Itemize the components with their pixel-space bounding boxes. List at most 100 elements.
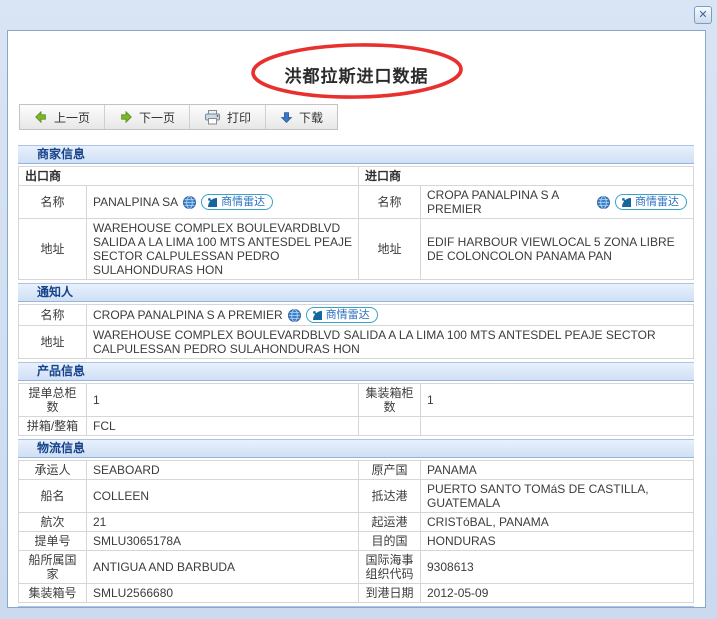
field-value: 2012-05-09	[421, 584, 694, 603]
field-label: 起运港	[359, 513, 421, 532]
table-row: 提单总柜数 1 集装箱柜数 1	[19, 384, 694, 417]
field-value: 1	[87, 384, 359, 417]
print-button[interactable]: 打印	[190, 105, 266, 129]
product-table: 提单总柜数 1 集装箱柜数 1 拼箱/整箱 FCL	[18, 383, 694, 436]
notify-section: 通知人 名称 CROPA PANALPINA S A PREMIER	[18, 283, 694, 359]
field-value: COLLEEN	[87, 480, 359, 513]
table-row: 承运人 SEABOARD 原产国 PANAMA	[19, 461, 694, 480]
field-label: 航次	[19, 513, 87, 532]
product-section: 产品信息 提单总柜数 1 集装箱柜数 1 拼箱/整箱 FCL	[18, 362, 694, 436]
field-label: 提单号	[19, 532, 87, 551]
radar-badge-label: 商情雷达	[326, 308, 370, 322]
title-area: 洪都拉斯进口数据	[8, 31, 705, 101]
close-icon[interactable]: ✕	[694, 6, 712, 24]
field-value: 9308613	[421, 551, 694, 584]
detail-content: 商家信息 出口商 进口商 名称 PANALPINA SA	[8, 130, 705, 608]
field-value: HONDURAS	[421, 532, 694, 551]
print-label: 打印	[227, 109, 251, 126]
table-row: 船名 COLLEEN 抵达港 PUERTO SANTO TOMáS DE CAS…	[19, 480, 694, 513]
exporter-name-value: PANALPINA SA	[93, 195, 178, 209]
field-label: 拼箱/整箱	[19, 417, 87, 436]
notify-address-label: 地址	[19, 326, 87, 359]
merchant-section: 商家信息 出口商 进口商 名称 PANALPINA SA	[18, 145, 694, 280]
dialog-panel: 洪都拉斯进口数据 上一页 下一页	[7, 30, 706, 608]
importer-address-label: 地址	[359, 219, 421, 280]
field-label: 提单总柜数	[19, 384, 87, 417]
prev-page-button[interactable]: 上一页	[20, 105, 105, 129]
globe-icon[interactable]	[288, 309, 301, 322]
field-value: PANAMA	[421, 461, 694, 480]
field-value: PUERTO SANTO TOMáS DE CASTILLA, GUATEMAL…	[421, 480, 694, 513]
field-label: 集装箱柜数	[359, 384, 421, 417]
exporter-name-cell: PANALPINA SA	[87, 186, 359, 219]
radar-badge-label: 商情雷达	[635, 195, 679, 209]
field-label: 船所属国家	[19, 551, 87, 584]
table-row: 拼箱/整箱 FCL	[19, 417, 694, 436]
prev-page-label: 上一页	[54, 109, 90, 126]
field-label: 船名	[19, 480, 87, 513]
product-section-header: 产品信息	[18, 362, 694, 381]
merchant-table: 出口商 进口商 名称 PANALPINA SA	[18, 166, 694, 280]
table-row: 航次 21 起运港 CRISTóBAL, PANAMA	[19, 513, 694, 532]
field-value: CRISTóBAL, PANAMA	[421, 513, 694, 532]
exporter-header: 出口商	[19, 167, 359, 186]
field-value: FCL	[87, 417, 359, 436]
radar-dish-icon	[621, 197, 632, 208]
table-row: 船所属国家 ANTIGUA AND BARBUDA 国际海事组织代码 93086…	[19, 551, 694, 584]
toolbar: 上一页 下一页 打印 下载	[19, 104, 338, 130]
description-section: 描述 产品描述 BULTOSCONTROL DE LUZ LED CALZADO…	[18, 606, 694, 608]
next-page-label: 下一页	[139, 109, 175, 126]
download-arrow-icon	[280, 111, 293, 124]
field-value: SEABOARD	[87, 461, 359, 480]
merchant-section-header: 商家信息	[18, 145, 694, 164]
field-value: 21	[87, 513, 359, 532]
notify-name-label: 名称	[19, 305, 87, 326]
globe-icon[interactable]	[597, 196, 610, 209]
page-title: 洪都拉斯进口数据	[8, 62, 705, 87]
field-label: 到港日期	[359, 584, 421, 603]
notify-name-value: CROPA PANALPINA S A PREMIER	[93, 308, 283, 322]
field-value	[421, 417, 694, 436]
field-label	[359, 417, 421, 436]
description-section-header: 描述	[18, 606, 694, 608]
notify-section-header: 通知人	[18, 283, 694, 302]
notify-name-cell: CROPA PANALPINA S A PREMIER	[87, 305, 694, 326]
field-label: 原产国	[359, 461, 421, 480]
radar-badge[interactable]: 商情雷达	[201, 194, 273, 210]
logistics-section: 物流信息 承运人 SEABOARD 原产国 PANAMA 船名 COLLEEN …	[18, 439, 694, 603]
notify-table: 名称 CROPA PANALPINA S A PREMIER	[18, 304, 694, 359]
field-label: 承运人	[19, 461, 87, 480]
arrow-right-icon	[119, 110, 133, 124]
importer-name-cell: CROPA PANALPINA S A PREMIER	[421, 186, 694, 219]
radar-badge[interactable]: 商情雷达	[615, 194, 687, 210]
globe-icon[interactable]	[183, 196, 196, 209]
field-label: 抵达港	[359, 480, 421, 513]
exporter-address-label: 地址	[19, 219, 87, 280]
field-value: ANTIGUA AND BARBUDA	[87, 551, 359, 584]
logistics-table: 承运人 SEABOARD 原产国 PANAMA 船名 COLLEEN 抵达港 P…	[18, 460, 694, 603]
table-row: 集装箱号 SMLU2566680 到港日期 2012-05-09	[19, 584, 694, 603]
logistics-section-header: 物流信息	[18, 439, 694, 458]
printer-icon	[204, 110, 221, 125]
next-page-button[interactable]: 下一页	[105, 105, 190, 129]
table-row: 提单号 SMLU3065178A 目的国 HONDURAS	[19, 532, 694, 551]
dialog-window: ✕ 洪都拉斯进口数据 上一页 下一页	[0, 0, 717, 619]
arrow-left-icon	[34, 110, 48, 124]
download-button[interactable]: 下载	[266, 105, 337, 129]
notify-address-value: WAREHOUSE COMPLEX BOULEVARDBLVD SALIDA A…	[87, 326, 694, 359]
field-label: 目的国	[359, 532, 421, 551]
importer-header: 进口商	[359, 167, 694, 186]
importer-name-label: 名称	[359, 186, 421, 219]
radar-badge-label: 商情雷达	[221, 195, 265, 209]
radar-dish-icon	[312, 310, 323, 321]
radar-dish-icon	[207, 197, 218, 208]
radar-badge[interactable]: 商情雷达	[306, 307, 378, 323]
dialog-titlebar: ✕	[0, 0, 717, 30]
importer-address-value: EDIF HARBOUR VIEWLOCAL 5 ZONA LIBRE DE C…	[421, 219, 694, 280]
exporter-name-label: 名称	[19, 186, 87, 219]
field-label: 集装箱号	[19, 584, 87, 603]
field-value: SMLU3065178A	[87, 532, 359, 551]
field-value: 1	[421, 384, 694, 417]
importer-name-value: CROPA PANALPINA S A PREMIER	[427, 188, 592, 216]
exporter-address-value: WAREHOUSE COMPLEX BOULEVARDBLVD SALIDA A…	[87, 219, 359, 280]
